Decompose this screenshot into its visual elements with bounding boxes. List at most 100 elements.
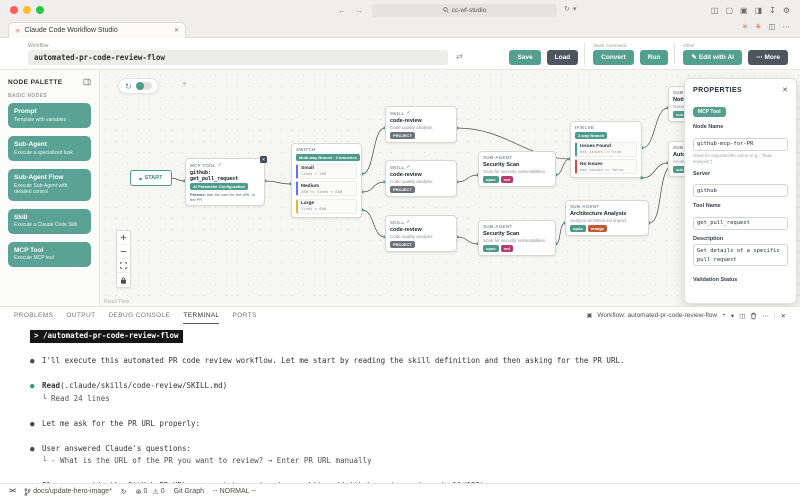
split-view-icon[interactable]: ◨: [755, 6, 763, 15]
browser-tab[interactable]: ✳ Claude Code Workflow Studio ✕: [8, 22, 186, 38]
multiway-badge: Multi-way Branch · 3 branches: [296, 154, 360, 161]
minimize-window-button[interactable]: [23, 6, 31, 14]
collapse-panel-icon[interactable]: [83, 78, 91, 86]
project-badge: PROJECT: [390, 186, 415, 193]
zoom-out-button[interactable]: [117, 245, 130, 259]
git-graph-item[interactable]: Git Graph: [174, 488, 204, 495]
edit-with-ai-button[interactable]: ✎ Edit with AI: [683, 49, 742, 65]
node-skill-1[interactable]: SKILL ✓ code-review Code quality analysis…: [385, 106, 457, 143]
url-bar[interactable]: cc-wf-studio: [372, 3, 557, 17]
settings-gear-icon[interactable]: ⚙: [783, 6, 790, 15]
panel-layout-icon[interactable]: ◫: [711, 6, 719, 15]
sidebar-toggle-icon[interactable]: ◫: [768, 22, 775, 31]
palette-item-prompt[interactable]: Prompt Template with variables: [8, 103, 91, 128]
description-label: Description: [693, 235, 724, 242]
tool-name-input[interactable]: [693, 216, 788, 230]
tab-ports[interactable]: PORTS: [232, 307, 256, 324]
tab-output[interactable]: OUTPUT: [66, 307, 95, 324]
maximize-window-button[interactable]: [36, 6, 44, 14]
switch-branch-large[interactable]: Large lines > 600: [296, 198, 357, 214]
node-skill-3[interactable]: SKILL ✓ code-review Code quality analysis…: [385, 215, 457, 252]
download-icon[interactable]: ↧: [769, 6, 776, 15]
split-terminal-icon[interactable]: ◫: [739, 312, 745, 320]
shuffle-icon[interactable]: ⇄: [456, 52, 463, 61]
close-window-button[interactable]: [10, 6, 18, 14]
workflow-field-label: Workflow: [28, 42, 49, 49]
ifelse-branch-false[interactable]: No Issues has_issues == false: [575, 159, 637, 174]
palette-item-mcp-tool[interactable]: MCP Tool Execute MCP tool: [8, 241, 91, 267]
git-branch-item[interactable]: docs/update-hero-image*: [24, 487, 112, 496]
sidebar-icon[interactable]: ▢: [725, 6, 733, 15]
fit-view-button[interactable]: [117, 259, 130, 273]
tab-debug-console[interactable]: DEBUG CONSOLE: [108, 307, 170, 324]
more-extensions-icon[interactable]: ⋯: [783, 22, 791, 31]
mode-toggle[interactable]: [135, 82, 152, 90]
delete-node-icon[interactable]: ✕: [260, 156, 267, 163]
tab-close-icon[interactable]: ✕: [174, 27, 179, 34]
terminal-session-select[interactable]: Workflow: automated-pr-code-review-flow: [597, 312, 717, 319]
tool-name-label: Tool Name: [693, 203, 721, 210]
workflow-name-input[interactable]: [28, 49, 448, 65]
workflow-canvas[interactable]: ↻ ✳ ▶ START ✕ MCP TOOL ✓ github: get_pull…: [100, 70, 800, 306]
zoom-in-button[interactable]: [117, 231, 130, 245]
lock-button[interactable]: [117, 273, 130, 287]
ifelse-branch-true[interactable]: Issues Found has_issues == true: [575, 141, 637, 157]
project-badge: PROJECT: [390, 241, 415, 248]
sparkle-icon[interactable]: ✳: [182, 81, 187, 88]
branch-icon: [24, 487, 31, 496]
bullet-icon: ●: [30, 356, 35, 365]
description-textarea[interactable]: Get details of a specific pull request: [693, 243, 788, 266]
terminal-output[interactable]: > /automated-pr-code-review-flow ● I'll e…: [0, 324, 800, 499]
bullet-icon: ●: [30, 418, 35, 428]
pencil-icon: ✎: [691, 54, 697, 61]
node-start[interactable]: ▶ START: [130, 170, 172, 186]
close-panel-icon[interactable]: ✕: [781, 312, 786, 320]
play-icon: ▶: [139, 175, 143, 181]
convert-button[interactable]: Convert: [593, 49, 634, 65]
load-button[interactable]: Load: [546, 49, 579, 65]
new-terminal-icon[interactable]: +: [722, 312, 726, 319]
node-switch[interactable]: SWITCH Multi-way Branch · 3 branches Sma…: [291, 143, 362, 218]
more-actions-icon[interactable]: ⋯: [762, 312, 769, 320]
tab-terminal[interactable]: TERMINAL: [183, 307, 220, 324]
remote-indicator-icon[interactable]: ><: [9, 488, 16, 495]
browser-chrome: ← → cc-wf-studio ↻ ▾ ◫ ▢ ▣ ◨ ↧ ⚙ ✳ Claud…: [0, 0, 800, 38]
problems-item[interactable]: ⊗ 0 ⚠ 0: [136, 488, 165, 496]
palette-item-skill[interactable]: Skill Execute a Claude Code Skill: [8, 208, 91, 234]
kill-terminal-icon[interactable]: [750, 312, 757, 320]
forward-icon[interactable]: →: [355, 6, 363, 15]
switch-branch-small[interactable]: Small lines < 200: [296, 163, 357, 179]
palette-item-sub-agent-flow[interactable]: Sub-Agent Flow Execute Sub-Agent with de…: [8, 169, 91, 201]
node-subagent-security-2[interactable]: SUB-AGENT Security Scan Scan for securit…: [478, 220, 556, 256]
tab-problems[interactable]: PROBLEMS: [14, 307, 53, 324]
extension-icon[interactable]: ✳: [755, 22, 761, 31]
node-skill-2[interactable]: SKILL ✓ code-review Code quality analysis…: [385, 160, 457, 197]
run-button[interactable]: Run: [639, 49, 669, 65]
canvas-mode-toolbar[interactable]: ↻: [118, 78, 159, 94]
node-subagent-security-1[interactable]: SUB-AGENT Security Scan Scan for securit…: [478, 151, 556, 187]
claude-extension-icon[interactable]: ✳: [742, 22, 748, 31]
node-name-input[interactable]: [693, 137, 788, 151]
close-icon[interactable]: ✕: [782, 86, 788, 94]
chevron-down-icon[interactable]: ▾: [573, 5, 577, 13]
url-text: cc-wf-studio: [451, 6, 487, 14]
window-controls[interactable]: [10, 6, 44, 14]
sync-icon[interactable]: ↻: [121, 488, 127, 496]
back-icon[interactable]: ←: [338, 6, 346, 15]
palette-item-sub-agent[interactable]: Sub-Agent Execute a specialized task: [8, 136, 91, 161]
question-answer-line: └ - What is the URL of the PR you want t…: [42, 456, 372, 465]
node-subagent-architecture[interactable]: SUB-AGENT Architecture Analysis Analyze …: [565, 200, 649, 236]
app-toolbar: Workflow ⇄ Save Load Slash Command Conve…: [0, 38, 800, 70]
node-ifelse[interactable]: IF/ELSE 2-way Branch Issues Found has_is…: [570, 121, 642, 178]
node-mcp-tool[interactable]: ✕ MCP TOOL ✓ github: get_pull_request AI …: [185, 156, 267, 206]
bottom-panel-icon[interactable]: ▣: [740, 6, 748, 15]
share-icon[interactable]: ↻: [564, 5, 570, 13]
save-button[interactable]: Save: [509, 49, 541, 65]
switch-branch-medium[interactable]: Medium 200 <= lines < 600: [296, 181, 357, 196]
properties-panel: PROPERTIES ✕ MCP Tool Node Name Used for…: [684, 78, 797, 304]
refresh-icon[interactable]: ↻: [125, 82, 132, 91]
terminal-dropdown-icon[interactable]: ▾: [731, 312, 734, 320]
server-input[interactable]: [693, 184, 788, 198]
other-group-label: Other: [683, 42, 695, 48]
more-button[interactable]: ⋯ More: [747, 49, 788, 65]
